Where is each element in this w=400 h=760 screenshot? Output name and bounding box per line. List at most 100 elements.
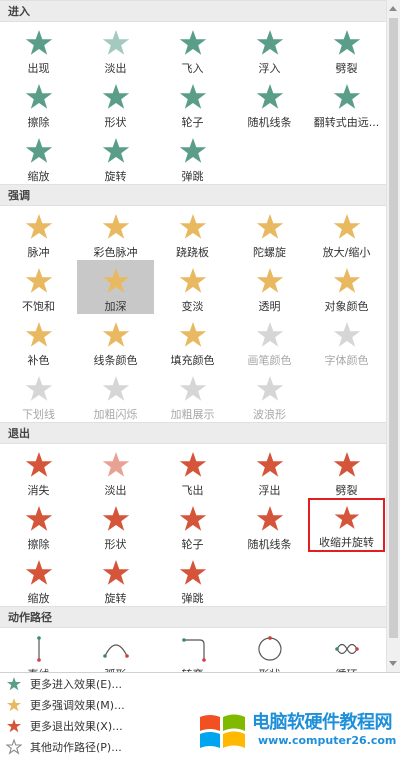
effect-item[interactable]: 轮子 xyxy=(154,498,231,552)
effect-item[interactable]: 飞入 xyxy=(154,22,231,76)
scrollbar-thumb[interactable] xyxy=(389,18,398,638)
effect-item[interactable]: 直线 xyxy=(0,628,77,672)
effect-label: 劈裂 xyxy=(335,484,358,497)
effect-label: 不饱和 xyxy=(22,300,55,313)
zoom-star-icon xyxy=(25,138,52,163)
effect-item[interactable]: 劈裂 xyxy=(308,444,385,498)
section-header: 退出 xyxy=(0,422,386,444)
effect-item[interactable]: 弧形 xyxy=(77,628,154,672)
effect-label: 画笔颜色 xyxy=(247,354,292,367)
more-effects-link-label: 更多退出效果(X)... xyxy=(30,719,123,733)
effect-item[interactable]: 不饱和 xyxy=(0,260,77,314)
effect-label: 加粗展示 xyxy=(170,408,215,421)
effect-item[interactable]: 转弯 xyxy=(154,628,231,672)
effect-label: 加粗闪烁 xyxy=(93,408,138,421)
effect-label: 弹跳 xyxy=(181,592,204,605)
effect-item[interactable]: 出现 xyxy=(0,22,77,76)
effect-item[interactable]: 旋转 xyxy=(77,130,154,184)
effect-item[interactable]: 形状 xyxy=(77,76,154,130)
effect-label: 字体颜色 xyxy=(324,354,369,367)
effect-item[interactable]: 对象颜色 xyxy=(308,260,385,314)
effect-label: 弹跳 xyxy=(181,170,204,183)
effect-label: 擦除 xyxy=(27,538,50,551)
effect-item[interactable]: 弹跳 xyxy=(154,130,231,184)
effect-grid: 脉冲 彩色脉冲 跷跷板 陀螺旋 放大/缩小不饱和 加深 变淡 透明 对象颜色补色 线条颜色 填充颜色… xyxy=(0,206,386,422)
effect-item[interactable]: 缩放 xyxy=(0,552,77,606)
swivel-star-icon xyxy=(102,138,129,163)
wheel-star-icon xyxy=(179,84,206,109)
complementary-color-star-icon xyxy=(25,322,52,347)
effect-label: 填充颜色 xyxy=(170,354,215,367)
font-color-icon xyxy=(333,322,360,347)
effect-item[interactable]: 收缩并旋转 xyxy=(308,498,385,552)
float-out-star-icon xyxy=(256,452,283,477)
effect-item[interactable]: 字体颜色 xyxy=(308,314,385,368)
shape-star-icon xyxy=(102,84,129,109)
effect-item[interactable]: 画笔颜色 xyxy=(231,314,308,368)
effect-item[interactable]: 擦除 xyxy=(0,498,77,552)
effect-item[interactable]: 填充颜色 xyxy=(154,314,231,368)
line-color-star-icon xyxy=(102,322,129,347)
effect-item[interactable]: 劈裂 xyxy=(308,22,385,76)
more-effects-link[interactable]: 更多进入效果(E)... xyxy=(0,673,400,694)
effect-label: 变淡 xyxy=(181,300,204,313)
effect-item[interactable]: 弹跳 xyxy=(154,552,231,606)
effect-item[interactable]: 飞出 xyxy=(154,444,231,498)
effect-grid: 出现 淡出 飞入 浮入 劈裂擦除 形状 轮子 随机线条 翻转式由远... 缩放 旋转 弹跳 xyxy=(0,22,386,184)
effect-item[interactable]: 随机线条 xyxy=(231,498,308,552)
effect-label: 彩色脉冲 xyxy=(93,246,138,259)
bold-reveal-icon xyxy=(179,376,206,401)
effect-item[interactable]: 放大/缩小 xyxy=(308,206,385,260)
section-header: 进入 xyxy=(0,0,386,22)
effect-item[interactable]: 形状 xyxy=(231,628,308,672)
section-header: 强调 xyxy=(0,184,386,206)
effect-item[interactable]: 旋转 xyxy=(77,552,154,606)
effect-item[interactable]: 缩放 xyxy=(0,130,77,184)
effect-label: 劈裂 xyxy=(335,62,358,75)
effect-item[interactable]: 线条颜色 xyxy=(77,314,154,368)
effect-item[interactable]: 浮出 xyxy=(231,444,308,498)
pulse-star-icon xyxy=(25,214,52,239)
effect-item[interactable]: 陀螺旋 xyxy=(231,206,308,260)
effect-item[interactable]: 淡出 xyxy=(77,444,154,498)
effect-item[interactable]: 随机线条 xyxy=(231,76,308,130)
effect-item[interactable]: 形状 xyxy=(77,498,154,552)
effect-label: 轮子 xyxy=(181,116,204,129)
effect-item[interactable]: 加粗闪烁 xyxy=(77,368,154,422)
effect-label: 随机线条 xyxy=(247,116,292,129)
effect-item[interactable]: 变淡 xyxy=(154,260,231,314)
effect-item[interactable]: 循环 xyxy=(308,628,385,672)
effect-label: 旋转 xyxy=(104,170,127,183)
zoom-exit-star-icon xyxy=(25,560,52,585)
effect-label: 形状 xyxy=(104,116,127,129)
effect-item[interactable]: 波浪形 xyxy=(231,368,308,422)
effect-item[interactable]: 消失 xyxy=(0,444,77,498)
float-in-star-icon xyxy=(256,30,283,55)
effect-item[interactable]: 加粗展示 xyxy=(154,368,231,422)
effect-label: 擦除 xyxy=(27,116,50,129)
effect-item[interactable]: 加深 xyxy=(77,260,154,314)
scroll-down-arrow-icon[interactable] xyxy=(389,661,397,666)
effect-item[interactable]: 浮入 xyxy=(231,22,308,76)
effect-item[interactable]: 补色 xyxy=(0,314,77,368)
effect-label: 淡出 xyxy=(104,62,127,75)
swivel-exit-star-icon xyxy=(102,560,129,585)
effect-item[interactable]: 轮子 xyxy=(154,76,231,130)
effect-label: 加深 xyxy=(104,300,127,313)
effect-item[interactable]: 擦除 xyxy=(0,76,77,130)
effect-item[interactable]: 脉冲 xyxy=(0,206,77,260)
watermark-title: 电脑软硬件教程网 xyxy=(252,712,393,733)
wave-icon xyxy=(256,376,283,401)
effect-item[interactable]: 透明 xyxy=(231,260,308,314)
motion-path-star-icon xyxy=(6,738,22,755)
vertical-scrollbar[interactable] xyxy=(386,0,400,672)
teeter-star-icon xyxy=(179,214,206,239)
effect-item[interactable]: 淡出 xyxy=(77,22,154,76)
scroll-up-arrow-icon[interactable] xyxy=(389,6,397,11)
effect-label: 随机线条 xyxy=(247,538,292,551)
effect-item[interactable]: 跷跷板 xyxy=(154,206,231,260)
effect-item[interactable]: 彩色脉冲 xyxy=(77,206,154,260)
effect-grid: 消失 淡出 飞出 浮出 劈裂擦除 形状 轮子 随机线条 收缩并旋转缩放 旋转 弹跳 xyxy=(0,444,386,606)
effect-item[interactable]: 翻转式由远... xyxy=(308,76,385,130)
effect-item[interactable]: 下划线 xyxy=(0,368,77,422)
